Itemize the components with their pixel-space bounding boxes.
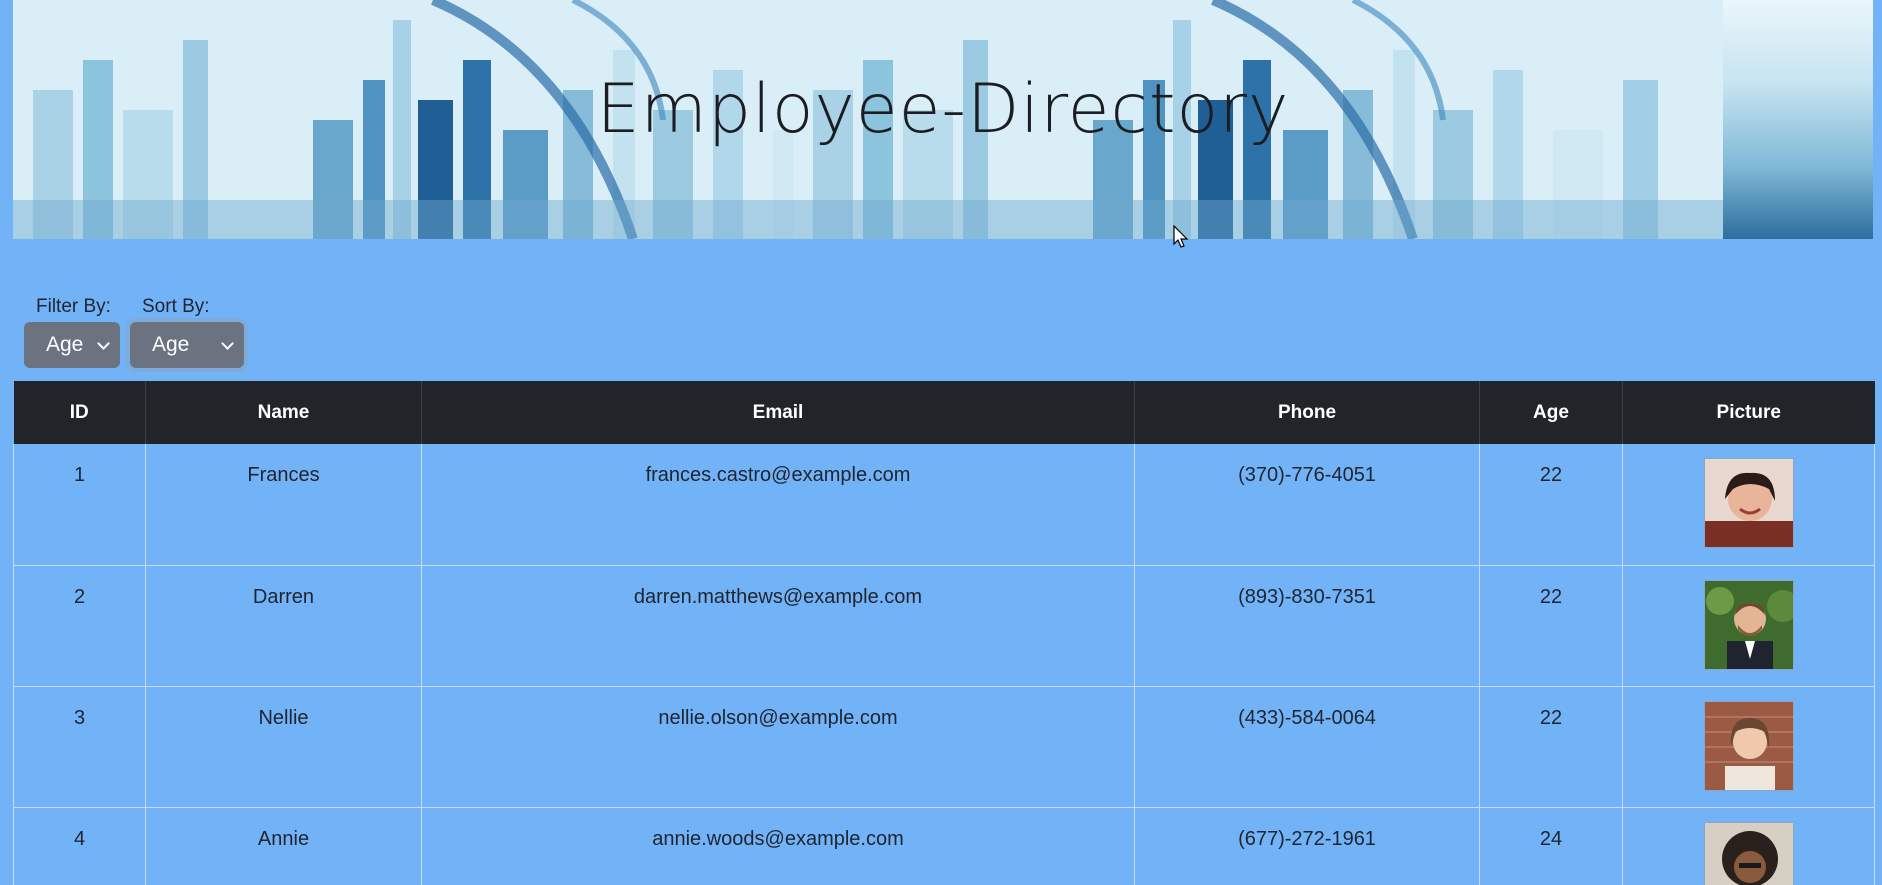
table-body: 1 Frances frances.castro@example.com (37… xyxy=(13,444,1875,885)
table-row: 2 Darren darren.matthews@example.com (89… xyxy=(13,565,1875,687)
cell-age: 24 xyxy=(1479,807,1623,885)
table-row: 4 Annie annie.woods@example.com (677)-27… xyxy=(13,807,1875,885)
cell-name: Annie xyxy=(145,807,422,885)
column-header-age[interactable]: Age xyxy=(1479,381,1623,444)
chevron-down-icon xyxy=(221,337,234,350)
table-header: ID Name Email Phone Age Picture xyxy=(13,381,1875,444)
cell-name: Darren xyxy=(145,565,422,687)
cell-phone: (677)-272-1961 xyxy=(1134,807,1480,885)
column-header-name[interactable]: Name xyxy=(145,381,422,444)
filter-select-value: Age xyxy=(46,333,84,356)
cell-phone: (893)-830-7351 xyxy=(1134,565,1480,687)
cell-email: annie.woods@example.com xyxy=(421,807,1135,885)
cell-phone: (433)-584-0064 xyxy=(1134,686,1480,808)
cell-email: nellie.olson@example.com xyxy=(421,686,1135,808)
column-header-phone[interactable]: Phone xyxy=(1134,381,1480,444)
header-banner: Employee-Directory xyxy=(13,0,1873,239)
cell-age: 22 xyxy=(1479,565,1623,687)
cell-picture xyxy=(1622,807,1875,885)
cell-picture xyxy=(1622,686,1875,808)
page: Employee-Directory Filter By: Age Sort B… xyxy=(0,0,1882,885)
employee-photo xyxy=(1703,579,1794,670)
filter-control: Filter By: Age xyxy=(24,296,120,368)
column-header-id[interactable]: ID xyxy=(13,381,146,444)
cell-email: frances.castro@example.com xyxy=(421,444,1135,566)
cell-email: darren.matthews@example.com xyxy=(421,565,1135,687)
cell-age: 22 xyxy=(1479,444,1623,566)
filter-sort-controls: Filter By: Age Sort By: Age xyxy=(24,296,244,368)
cell-id: 4 xyxy=(13,807,146,885)
cell-age: 22 xyxy=(1479,686,1623,808)
cell-name: Frances xyxy=(145,444,422,566)
column-header-email[interactable]: Email xyxy=(421,381,1135,444)
chevron-down-icon xyxy=(97,337,110,350)
column-header-picture[interactable]: Picture xyxy=(1622,381,1875,444)
employee-table-container: ID Name Email Phone Age Picture 1 France… xyxy=(13,381,1875,885)
table-header-row: ID Name Email Phone Age Picture xyxy=(13,381,1875,444)
mouse-cursor-icon xyxy=(1173,225,1189,248)
filter-label: Filter By: xyxy=(36,296,111,317)
table-row: 3 Nellie nellie.olson@example.com (433)-… xyxy=(13,686,1875,808)
cell-id: 2 xyxy=(13,565,146,687)
filter-select[interactable]: Age xyxy=(24,322,120,368)
employee-photo xyxy=(1703,700,1794,791)
cell-picture xyxy=(1622,565,1875,687)
sort-select[interactable]: Age xyxy=(130,322,244,368)
employee-photo xyxy=(1703,821,1794,885)
sort-select-value: Age xyxy=(152,333,190,356)
table-row: 1 Frances frances.castro@example.com (37… xyxy=(13,444,1875,566)
employee-table: ID Name Email Phone Age Picture 1 France… xyxy=(13,381,1875,885)
page-title: Employee-Directory xyxy=(596,70,1290,149)
cell-picture xyxy=(1622,444,1875,566)
cell-phone: (370)-776-4051 xyxy=(1134,444,1480,566)
sort-label: Sort By: xyxy=(142,296,210,317)
cell-id: 1 xyxy=(13,444,146,566)
sort-control: Sort By: Age xyxy=(130,296,244,368)
cell-name: Nellie xyxy=(145,686,422,808)
cell-id: 3 xyxy=(13,686,146,808)
employee-photo xyxy=(1703,458,1794,548)
